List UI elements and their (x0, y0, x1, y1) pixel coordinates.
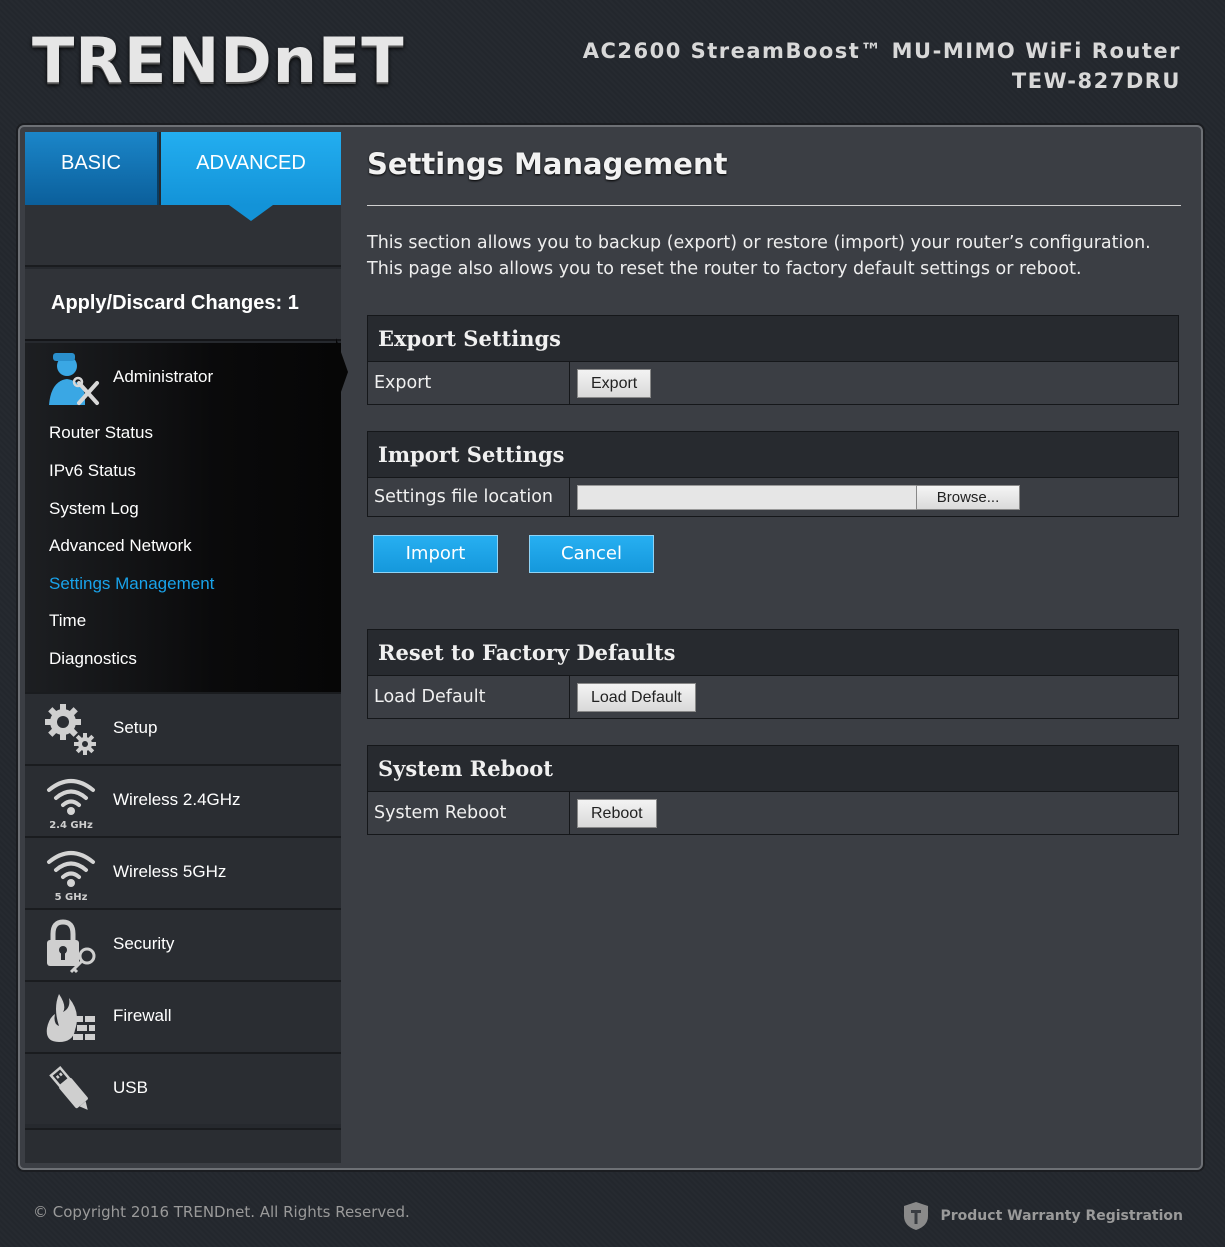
export-row: Export Export (368, 362, 1178, 404)
wifi-5-badge: 5 GHz (55, 892, 88, 902)
trendnet-logo: TRENDnET (32, 24, 405, 97)
firewall-icon (46, 994, 95, 1042)
sidebar-item-settings-management[interactable]: Settings Management (49, 574, 214, 594)
nav-wireless-5ghz[interactable]: 5 GHz Wireless 5GHz (25, 836, 341, 908)
product-title: AC2600 StreamBoost™ MU-MIMO WiFi Router … (583, 36, 1181, 96)
import-button[interactable]: Import (373, 535, 498, 573)
usb-icon (49, 1065, 88, 1110)
wifi-2-4ghz-icon: 2.4 GHz (47, 779, 95, 830)
page-description: This section allows you to backup (expor… (367, 230, 1181, 282)
nav-wireless-2-4ghz-label: Wireless 2.4GHz (113, 790, 241, 809)
sidebar-item-system-log[interactable]: System Log (49, 499, 139, 519)
sidebar-item-diagnostics[interactable]: Diagnostics (49, 649, 137, 669)
nav-security-label: Security (113, 934, 175, 953)
active-menu-pointer (336, 338, 348, 406)
sidebar-item-ipv6-status[interactable]: IPv6 Status (49, 461, 136, 481)
product-model: TEW-827DRU (1011, 69, 1181, 93)
sidebar-item-router-status[interactable]: Router Status (49, 423, 153, 443)
reset-factory-defaults-section: Reset to Factory Defaults Load Default L… (367, 629, 1179, 719)
export-label: Export (368, 362, 570, 404)
active-tab-pointer (229, 205, 273, 221)
nav-wireless-2-4ghz[interactable]: 2.4 GHz Wireless 2.4GHz (25, 764, 341, 836)
page-title: Settings Management (367, 147, 1181, 206)
product-name: AC2600 StreamBoost™ MU-MIMO WiFi Router (582, 39, 1181, 63)
gears-icon (45, 704, 96, 755)
load-default-button[interactable]: Load Default (577, 683, 696, 712)
wifi-5ghz-icon: 5 GHz (47, 851, 95, 902)
administrator-menu: Administrator Router Status IPv6 Status … (25, 343, 341, 692)
nav-setup-label: Setup (113, 718, 158, 737)
main-content: Settings Management This section allows … (367, 147, 1181, 835)
apply-discard-changes[interactable]: Apply/Discard Changes: 1 (25, 269, 341, 341)
nav-usb[interactable]: USB (25, 1052, 341, 1124)
nav-firewall[interactable]: Firewall (25, 980, 341, 1052)
mode-tabs: BASIC ADVANCED (25, 132, 341, 205)
system-reboot-row: System Reboot Reboot (368, 792, 1178, 834)
wifi-2-4-badge: 2.4 GHz (49, 820, 93, 830)
warranty-link[interactable]: Product Warranty Registration (903, 1201, 1184, 1231)
sidebar-item-advanced-network[interactable]: Advanced Network (49, 536, 192, 556)
lock-key-icon (47, 919, 96, 974)
import-settings-section: Import Settings Settings file location B… (367, 431, 1179, 517)
system-reboot-heading: System Reboot (368, 746, 1178, 792)
import-settings-heading: Import Settings (368, 432, 1178, 478)
reboot-button[interactable]: Reboot (577, 799, 657, 828)
nav-usb-label: USB (113, 1078, 148, 1097)
main-frame: BASIC ADVANCED Apply/Discard Changes: 1 … (18, 125, 1203, 1170)
system-reboot-label: System Reboot (368, 792, 570, 834)
sidebar-item-time[interactable]: Time (49, 611, 86, 631)
export-settings-section: Export Settings Export Export (367, 315, 1179, 405)
nav-security[interactable]: Security (25, 908, 341, 980)
description-line-2: This page also allows you to reset the r… (367, 259, 1082, 279)
description-line-1: This section allows you to backup (expor… (367, 233, 1151, 253)
administrator-icon (49, 353, 99, 405)
load-default-label: Load Default (368, 676, 570, 718)
administrator-label: Administrator (113, 367, 214, 386)
nav-wireless-5ghz-label: Wireless 5GHz (113, 862, 227, 881)
tab-advanced[interactable]: ADVANCED (161, 132, 341, 205)
nav-setup[interactable]: Setup (25, 692, 341, 764)
warranty-label: Product Warranty Registration (940, 1208, 1184, 1224)
tabs-spacer (25, 205, 341, 267)
system-reboot-section: System Reboot System Reboot Reboot (367, 745, 1179, 835)
shield-icon (903, 1202, 928, 1230)
export-button[interactable]: Export (577, 369, 652, 398)
sidebar: BASIC ADVANCED Apply/Discard Changes: 1 … (25, 132, 341, 1163)
tab-basic[interactable]: BASIC (25, 132, 159, 205)
settings-file-location-label: Settings file location (368, 478, 570, 516)
browse-button[interactable]: Browse... (916, 485, 1020, 510)
export-settings-heading: Export Settings (368, 316, 1178, 362)
nav-firewall-label: Firewall (113, 1006, 172, 1025)
sidebar-footer (25, 1128, 341, 1163)
copyright: © Copyright 2016 TRENDnet. All Rights Re… (33, 1203, 410, 1221)
settings-file-input[interactable] (577, 485, 917, 510)
load-default-row: Load Default Load Default (368, 676, 1178, 718)
cancel-button[interactable]: Cancel (529, 535, 654, 573)
reset-factory-defaults-heading: Reset to Factory Defaults (368, 630, 1178, 676)
import-row: Settings file location Browse... (368, 478, 1178, 516)
